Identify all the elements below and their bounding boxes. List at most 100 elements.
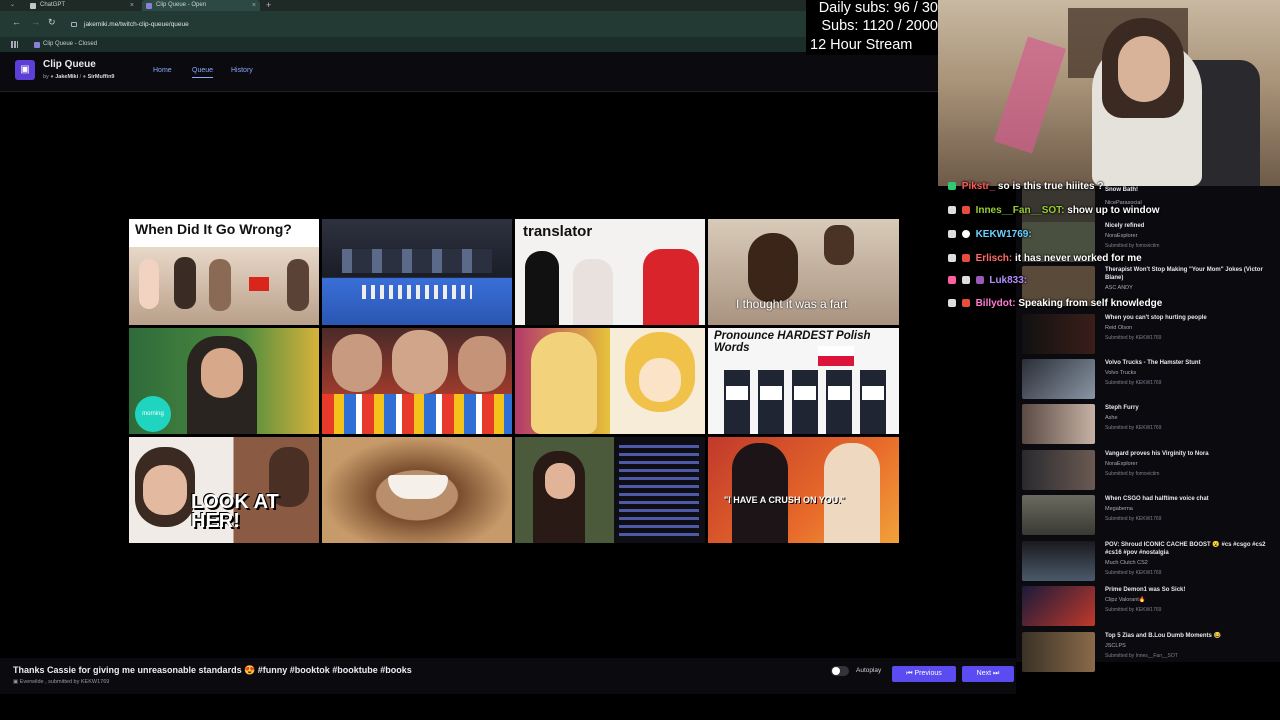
browser-tab-bar: ⌄ ChatGPT × Clip Queue - Open × +	[0, 0, 938, 11]
tab-clip-queue[interactable]: Clip Queue - Open ×	[142, 0, 260, 11]
address-bar: ← → ↻ jakemiki.me/twitch-clip-queue/queu…	[0, 11, 938, 37]
thumb-cheer-stage	[322, 219, 512, 325]
thumb-morning-show: morning	[129, 328, 319, 434]
queue-item[interactable]: When CSGO had halftime voice chat Megabe…	[1022, 495, 1272, 539]
queue-item-title: Steph Furry	[1105, 405, 1139, 411]
queue-thumb	[1022, 632, 1095, 672]
badge-icon	[948, 182, 956, 190]
thumb-chat-reaction	[515, 437, 705, 543]
queue-item-submitter: Submitted by fomovictim	[1105, 471, 1160, 477]
nav-history[interactable]: History	[231, 67, 253, 74]
sword-icon	[948, 299, 956, 307]
close-icon[interactable]: ×	[252, 0, 256, 11]
queue-item-title: When CSGO had halftime voice chat	[1105, 496, 1209, 502]
queue-thumb	[1022, 541, 1095, 581]
url-field[interactable]: jakemiki.me/twitch-clip-queue/queue	[66, 18, 786, 31]
clip-queue-icon	[146, 3, 152, 9]
clip-icon: ▣	[13, 679, 19, 685]
app-byline: by ● JakeMiki / ● SirMuffin9	[43, 74, 115, 80]
thumb-look-at-her: LOOK AT HER!	[129, 437, 319, 543]
queue-thumb	[1022, 586, 1095, 626]
people-row-shape	[724, 370, 892, 434]
apps-icon[interactable]	[11, 41, 18, 48]
nav-queue[interactable]: Queue	[192, 67, 214, 78]
object-shape	[824, 225, 854, 265]
queue-item[interactable]: Vangard proves his Virginity to Nora Nor…	[1022, 450, 1272, 494]
previous-button[interactable]: ⏮ Previous	[892, 666, 956, 682]
person-shape	[643, 249, 699, 325]
author-link-sirmuffin9[interactable]: SirMuffin9	[88, 74, 115, 80]
badge-icon	[975, 276, 984, 284]
current-clip-meta: ▣ Everwilde , submitted by KEKW1769	[13, 679, 110, 685]
thumb-cartoon-singer	[515, 328, 705, 434]
chat-message: Luk833:	[948, 275, 1027, 286]
tab-chatgpt[interactable]: ChatGPT ×	[26, 0, 138, 11]
thumb-translator: translator	[515, 219, 705, 325]
dancers-shape	[362, 285, 472, 299]
autoplay-toggle[interactable]	[831, 666, 849, 676]
streamer-face	[1118, 36, 1170, 102]
queue-item-channel: Reid Olson	[1105, 325, 1133, 331]
sword-icon	[948, 206, 956, 214]
face-shape	[392, 330, 448, 394]
chat-text: Speaking from self knowledge	[1018, 298, 1163, 309]
cartoon-face-shape	[639, 358, 681, 402]
skull-icon	[961, 230, 970, 238]
queue-item[interactable]: When you can't stop hurting people Reid …	[1022, 314, 1272, 358]
reload-icon[interactable]: ↻	[48, 17, 56, 28]
chat-username: Erlisch:	[975, 253, 1013, 264]
thumb-caption: LOOK AT HER!	[191, 491, 279, 532]
queue-item-channel: JSCLPS	[1105, 643, 1126, 649]
bookmark-clip-queue[interactable]: Clip Queue - Closed	[34, 37, 97, 52]
queue-item-channel: Volvo Trucks	[1105, 370, 1137, 376]
face-shape	[143, 465, 187, 515]
thumb-caption: Pronounce HARDEST Polish Words	[714, 330, 871, 354]
queue-item-title: Top 5 Zias and B.Lou Dumb Moments 😂	[1105, 633, 1222, 639]
stage-backdrop	[342, 249, 492, 273]
person-shape	[525, 251, 559, 325]
person-shape	[824, 443, 880, 543]
queue-item[interactable]: Prime Demon1 was So Sick! Clipz Valorant…	[1022, 586, 1272, 630]
back-icon[interactable]: ←	[12, 17, 21, 27]
thumb-food-haul	[322, 328, 512, 434]
chat-overlay: Pikstr_ so is this true hiiites ? Innes_…	[948, 181, 1248, 313]
queue-item[interactable]: Top 5 Zias and B.Lou Dumb Moments 😂 JSCL…	[1022, 632, 1272, 676]
flag-icon	[249, 277, 269, 291]
close-icon[interactable]: ×	[130, 0, 134, 11]
badge-icon	[961, 206, 970, 214]
thumb-caption: I thought it was a fart	[736, 297, 848, 311]
gift-icon	[961, 254, 970, 262]
snacks-shape	[322, 394, 512, 434]
site-info-icon[interactable]	[71, 22, 77, 27]
queue-item[interactable]: Steph Furry Ashe Submitted by KEKW1769	[1022, 404, 1272, 448]
next-button[interactable]: Next ⏭	[962, 666, 1014, 682]
queue-item[interactable]: POV: Shroud ICONIC CACHE BOOST 😮 #cs #cs…	[1022, 541, 1272, 585]
current-clip-channel[interactable]: Everwilde	[20, 679, 44, 685]
queue-item[interactable]: Volvo Trucks - The Hamster Stunt Volvo T…	[1022, 359, 1272, 403]
daily-subs-counter: Daily subs: 96 / 30	[818, 0, 938, 16]
heart-icon	[948, 276, 956, 284]
author-link-jakemiki[interactable]: JakeMiki	[55, 74, 78, 80]
queue-item-title: POV: Shroud ICONIC CACHE BOOST 😮 #cs #cs…	[1105, 542, 1266, 556]
person-shape	[748, 233, 798, 303]
queue-item-title: Prime Demon1 was So Sick!	[1105, 587, 1186, 593]
sword-icon	[961, 276, 970, 284]
gift-icon	[961, 299, 970, 307]
queue-item-title: Volvo Trucks - The Hamster Stunt	[1105, 360, 1201, 366]
thumb-caption: translator	[523, 223, 593, 240]
face-shape	[545, 463, 575, 499]
queue-item-submitter: Submitted by Innes__Fan__SOT	[1105, 653, 1178, 659]
forward-icon[interactable]: →	[31, 17, 40, 27]
new-tab-icon[interactable]: +	[266, 0, 271, 10]
person-shape	[732, 443, 788, 543]
chevron-down-icon[interactable]: ⌄	[10, 0, 15, 11]
sword-icon	[948, 254, 956, 262]
nav-home[interactable]: Home	[153, 67, 172, 74]
chat-username: Luk833:	[989, 275, 1028, 286]
person-shape	[174, 257, 196, 309]
twitch-logo-icon[interactable]: ▣	[15, 60, 35, 80]
tab-label: ChatGPT	[40, 2, 66, 8]
current-clip-title: Thanks Cassie for giving me unreasonable…	[13, 665, 412, 675]
person-shape	[287, 259, 309, 311]
queue-item-submitter: Submitted by KEKW1769	[1105, 570, 1162, 576]
